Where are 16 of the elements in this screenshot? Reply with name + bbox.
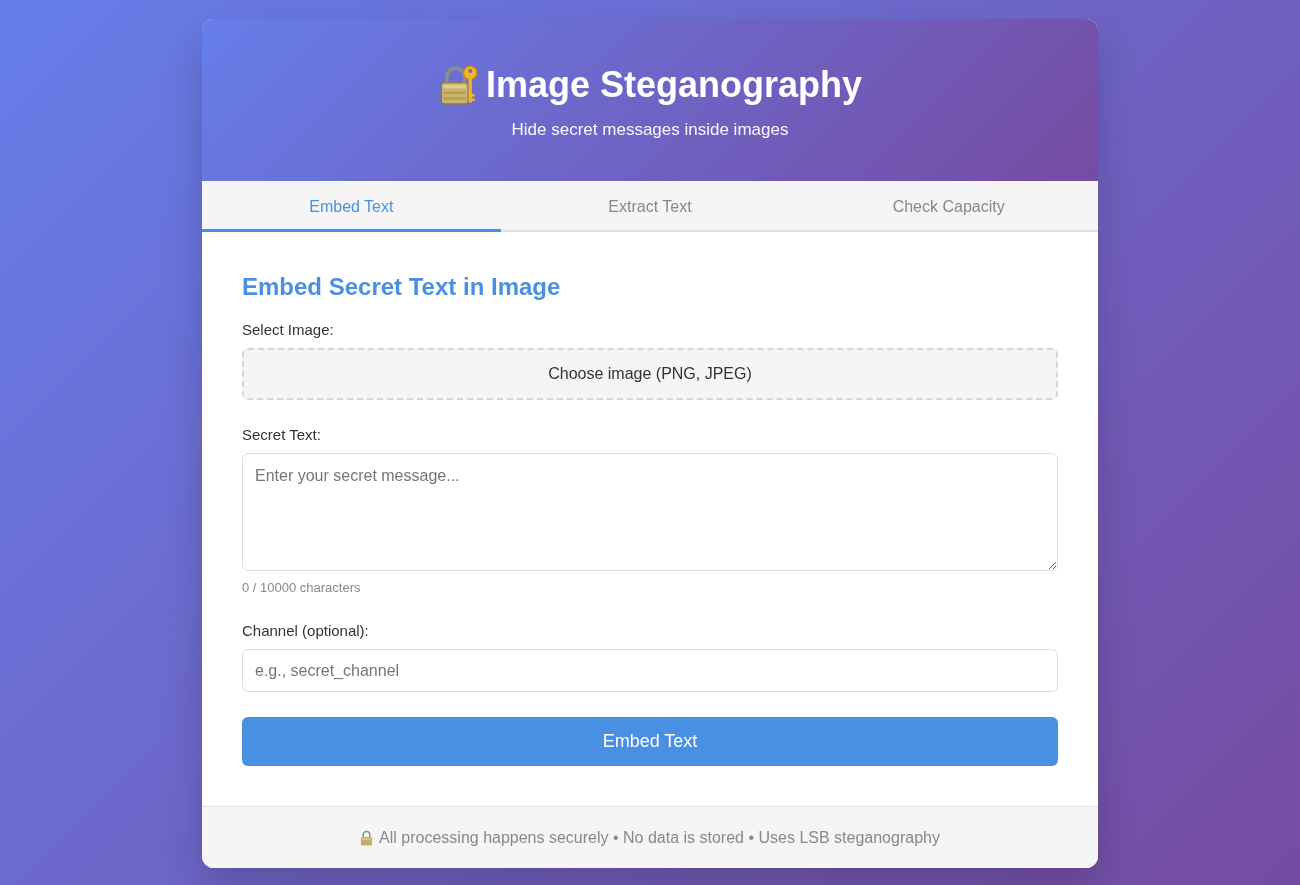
tab[interactable]: Check Capacity [799, 181, 1098, 232]
secret-text-area[interactable]: Enter your secret message... [242, 453, 1058, 571]
tab[interactable]: Extract Text [500, 181, 800, 232]
choose-image-button[interactable]: Choose image (PNG, JPEG) [242, 348, 1058, 400]
tab[interactable]: Embed Text [202, 181, 501, 232]
field-label: Channel (optional): [242, 621, 369, 641]
app-title: Image Steganography [485, 63, 863, 106]
section-heading: Embed Secret Text in Image [242, 272, 561, 301]
embed-text-button[interactable]: Embed Text [242, 717, 1058, 766]
padlock-icon [360, 829, 374, 846]
character-count: 0 / 10000 characters [242, 580, 361, 596]
app-subtitle: Hide secret messages inside images [511, 119, 789, 141]
field-label: Secret Text: [242, 425, 321, 445]
field-label: Select Image: [242, 320, 334, 340]
footer-note: All processing happens securely • No data is stored • Uses LSB steganography [379, 828, 940, 847]
channel-input[interactable]: e.g., secret_channel [242, 649, 1058, 692]
